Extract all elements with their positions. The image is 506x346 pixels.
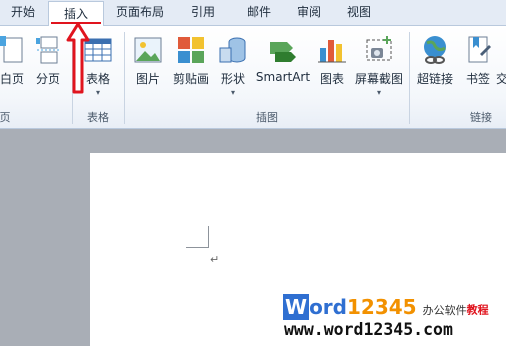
picture-button[interactable]: 图片 <box>128 30 168 106</box>
group-separator <box>124 32 125 124</box>
illustrations-group-label: 插图 <box>256 111 278 124</box>
page-break-button[interactable]: 分页 <box>30 30 66 106</box>
tab-references[interactable]: 引用 <box>180 0 226 25</box>
clipart-label: 剪贴画 <box>172 72 209 86</box>
pages-group-label: 页 <box>0 111 11 124</box>
tab-view[interactable]: 视图 <box>336 0 382 25</box>
shapes-label: 形状 <box>220 72 245 86</box>
links-group-label: 链接 <box>470 111 492 124</box>
tab-insert-label: 插入 <box>63 7 88 21</box>
watermark-logo: Word12345 办公软件教程 <box>283 294 489 320</box>
bookmark-icon <box>468 36 491 63</box>
watermark-tagline: 办公软件 <box>422 303 467 317</box>
group-separator <box>409 32 410 124</box>
hyperlink-label: 超链接 <box>416 72 453 86</box>
smartart-label: SmartArt <box>255 70 311 84</box>
tab-review[interactable]: 审阅 <box>286 0 332 25</box>
blank-page-label: 白页 <box>0 72 24 86</box>
shapes-dropdown-caret-icon: ▾ <box>230 88 236 97</box>
table-dropdown-caret-icon: ▾ <box>95 88 101 97</box>
hyperlink-button[interactable]: 超链接 <box>412 30 458 106</box>
picture-label: 图片 <box>135 72 160 86</box>
clipart-icon <box>178 37 204 63</box>
blank-page-button[interactable]: 白页 <box>0 30 30 106</box>
hyperlink-icon <box>424 36 446 64</box>
picture-icon <box>134 37 162 63</box>
margin-corner-mark <box>186 247 209 248</box>
bookmark-label: 书签 <box>465 72 490 86</box>
watermark-logo-number: 12345 <box>346 295 417 319</box>
screenshot-button[interactable]: 屏幕截图 ▾ <box>352 30 406 106</box>
chart-button[interactable]: 图表 <box>312 30 352 106</box>
smartart-button[interactable]: SmartArt <box>254 30 312 106</box>
page-break-label: 分页 <box>35 72 60 86</box>
paragraph-mark: ↵ <box>210 253 220 266</box>
watermark-logo-ord: ord <box>309 295 347 319</box>
blank-page-icon <box>0 36 23 63</box>
tab-mailings[interactable]: 邮件 <box>236 0 282 25</box>
screenshot-dropdown-caret-icon: ▾ <box>376 88 382 97</box>
watermark-logo-w: W <box>283 294 310 320</box>
cross-reference-button[interactable]: 交 <box>496 30 506 106</box>
tab-page-layout[interactable]: 页面布局 <box>110 0 170 25</box>
shapes-button[interactable]: 形状 ▾ <box>214 30 252 106</box>
cross-reference-label: 交 <box>496 72 506 86</box>
red-arrow-annotation-icon <box>66 22 90 94</box>
watermark-tagline-highlight: 教程 <box>466 303 489 317</box>
chart-icon <box>318 40 346 63</box>
watermark-url: www.word12345.com <box>284 320 453 339</box>
chart-label: 图表 <box>319 72 344 86</box>
table-group-label: 表格 <box>87 111 109 124</box>
margin-corner-mark <box>208 226 209 247</box>
smartart-icon <box>270 42 296 62</box>
screenshot-icon <box>366 36 392 61</box>
bookmark-button[interactable]: 书签 <box>460 30 496 106</box>
screenshot-label: 屏幕截图 <box>354 72 403 86</box>
clipart-button[interactable]: 剪贴画 <box>168 30 214 106</box>
shapes-icon <box>219 37 246 63</box>
tab-home[interactable]: 开始 <box>0 0 46 25</box>
page-break-icon <box>36 36 61 64</box>
